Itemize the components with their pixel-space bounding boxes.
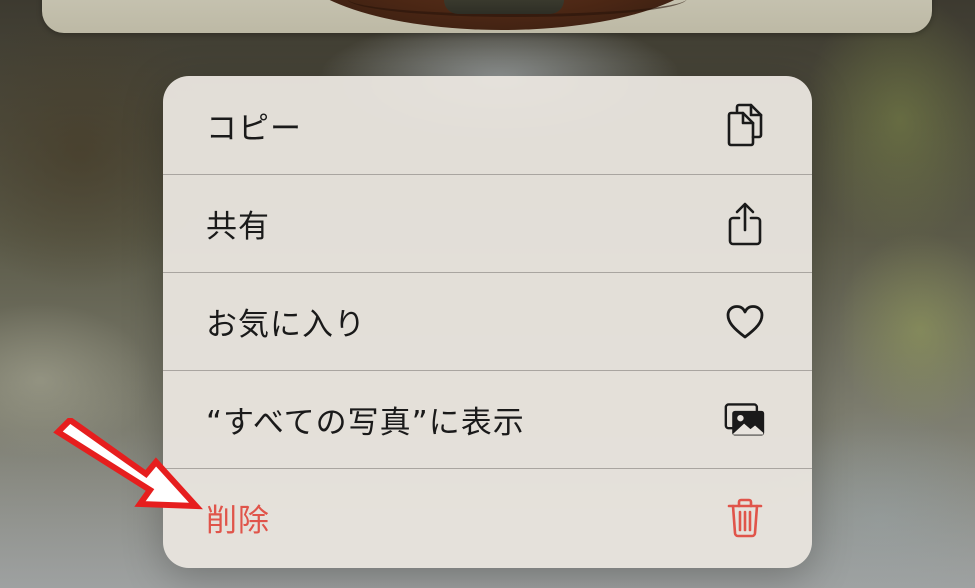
context-menu: コピー 共有 お気に入り “すべての写真”に表示 削除 — [163, 76, 812, 568]
menu-item-label: 削除 — [206, 503, 270, 539]
menu-item-share[interactable]: 共有 — [163, 174, 812, 272]
trash-icon — [724, 497, 766, 539]
share-icon — [724, 202, 766, 245]
annotation-arrow — [53, 418, 204, 510]
copy-icon — [724, 103, 766, 147]
menu-item-copy[interactable]: コピー — [163, 76, 812, 174]
menu-item-label: 共有 — [206, 209, 270, 245]
photo-subject-detail — [444, 0, 564, 14]
menu-item-delete[interactable]: 削除 — [163, 468, 812, 566]
menu-item-label: コピー — [206, 110, 302, 147]
menu-item-label: お気に入り — [206, 307, 366, 343]
photo-preview[interactable] — [42, 0, 932, 33]
menu-item-label: “すべての写真”に表示 — [206, 405, 525, 441]
menu-item-show-in-all-photos[interactable]: “すべての写真”に表示 — [163, 370, 812, 468]
heart-icon — [724, 301, 766, 343]
menu-item-favorite[interactable]: お気に入り — [163, 272, 812, 370]
photos-icon — [724, 399, 766, 441]
